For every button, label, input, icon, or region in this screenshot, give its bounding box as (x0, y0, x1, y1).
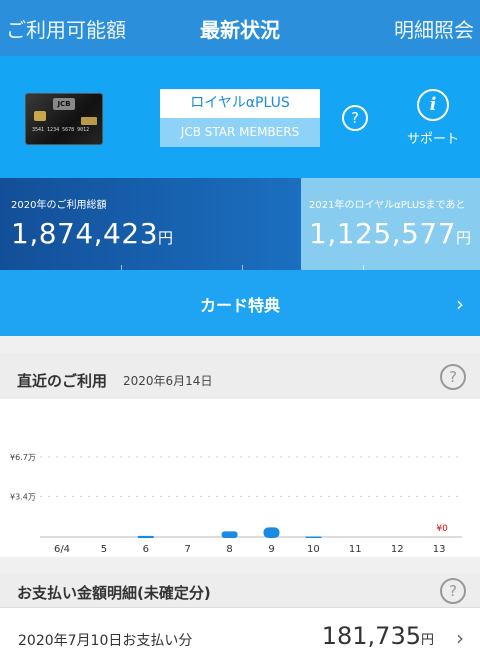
recent-help-icon[interactable]: ? (440, 364, 466, 390)
usage-total-label: 2020年のご利用総額 (11, 200, 107, 211)
chart-bar (221, 531, 238, 538)
top-tab-bar: ご利用可能額 最新状況 明細照会 (0, 0, 480, 56)
currency-yen: 円 (158, 229, 174, 247)
x-tick-label: 10 (307, 544, 320, 555)
x-tick-label: 7 (185, 544, 191, 555)
x-tick-label: 9 (268, 544, 274, 555)
x-tick-label: 11 (349, 544, 362, 555)
x-tick-label: 12 (391, 544, 404, 555)
payment-help-icon[interactable]: ? (440, 578, 466, 604)
remaining-panel: 2021年のロイヤルαPLUSまであと 1,125,577円 (301, 178, 480, 270)
card-image: JCB 3541 1234 5678 9012 (25, 93, 103, 145)
zero-value-label: ¥0 (436, 524, 448, 534)
x-tick-label: 6/4 (54, 544, 70, 555)
info-icon: i (417, 89, 449, 121)
usage-chart: ¥6.7万 ¥3.4万 6/4 5 6 7 8 9 10 11 12 13 ¥0 (0, 399, 480, 557)
card-name-secondary: JCB STAR MEMBERS (160, 118, 320, 147)
payment-row[interactable]: 2020年7月10日お支払い分 181,735円 › (0, 607, 480, 669)
payment-header: お支払い金額明細(未確定分) ? (0, 573, 480, 607)
usage-chart-svg: ¥6.7万 ¥3.4万 6/4 5 6 7 8 9 10 11 12 13 ¥0 (10, 453, 462, 555)
y-tick-label: ¥3.4万 (10, 492, 36, 501)
payment-title: お支払い金額明細(未確定分) (17, 584, 211, 602)
card-name-box: ロイヤルαPLUS JCB STAR MEMBERS (160, 89, 320, 147)
card-name-primary: ロイヤルαPLUS (160, 89, 320, 118)
x-tick-label: 6 (143, 544, 149, 555)
remaining-label: 2021年のロイヤルαPLUSまであと (309, 200, 466, 211)
card-benefits-button[interactable]: カード特典 › (0, 270, 480, 336)
payment-date-label: 2020年7月10日お支払い分 (18, 633, 193, 649)
remaining-amount-value: 1,125,577 (309, 217, 457, 250)
usage-total-panel: 2020年のご利用総額 1,874,423円 (0, 178, 301, 270)
support-label: サポート (406, 132, 459, 147)
card-help-icon[interactable]: ? (342, 105, 368, 131)
x-tick-label: 5 (101, 544, 107, 555)
recent-usage-title: 直近のご利用 (17, 372, 108, 390)
currency-yen: 円 (456, 229, 472, 247)
payment-amount-value: 181,735 (321, 622, 421, 650)
chevron-right-icon: › (456, 626, 464, 650)
card-benefits-label: カード特典 (199, 296, 280, 315)
tab-statement[interactable]: 明細照会 (394, 14, 474, 43)
x-tick-label: 8 (226, 544, 232, 555)
usage-total-amount: 1,874,423円 (11, 217, 174, 250)
x-tick-label: 13 (433, 544, 446, 555)
payment-amount: 181,735円 (322, 622, 434, 650)
chart-bar (263, 527, 280, 538)
recent-usage-date: 2020年6月14日 (123, 374, 213, 388)
card-hologram (81, 117, 97, 125)
chart-bar (137, 535, 154, 538)
support-button[interactable]: i サポート (403, 89, 463, 147)
y-tick-label: ¥6.7万 (10, 453, 36, 462)
jcb-logo: JCB (53, 98, 75, 110)
card-number: 3541 1234 5678 9012 (32, 127, 90, 133)
chevron-right-icon: › (456, 292, 464, 316)
currency-yen: 円 (420, 633, 434, 648)
chart-bar (305, 536, 322, 538)
remaining-amount: 1,125,577円 (309, 217, 472, 250)
card-chip (34, 111, 46, 121)
usage-amount-value: 1,874,423 (11, 217, 159, 250)
recent-usage-header: 直近のご利用 2020年6月14日 ? (0, 353, 480, 399)
